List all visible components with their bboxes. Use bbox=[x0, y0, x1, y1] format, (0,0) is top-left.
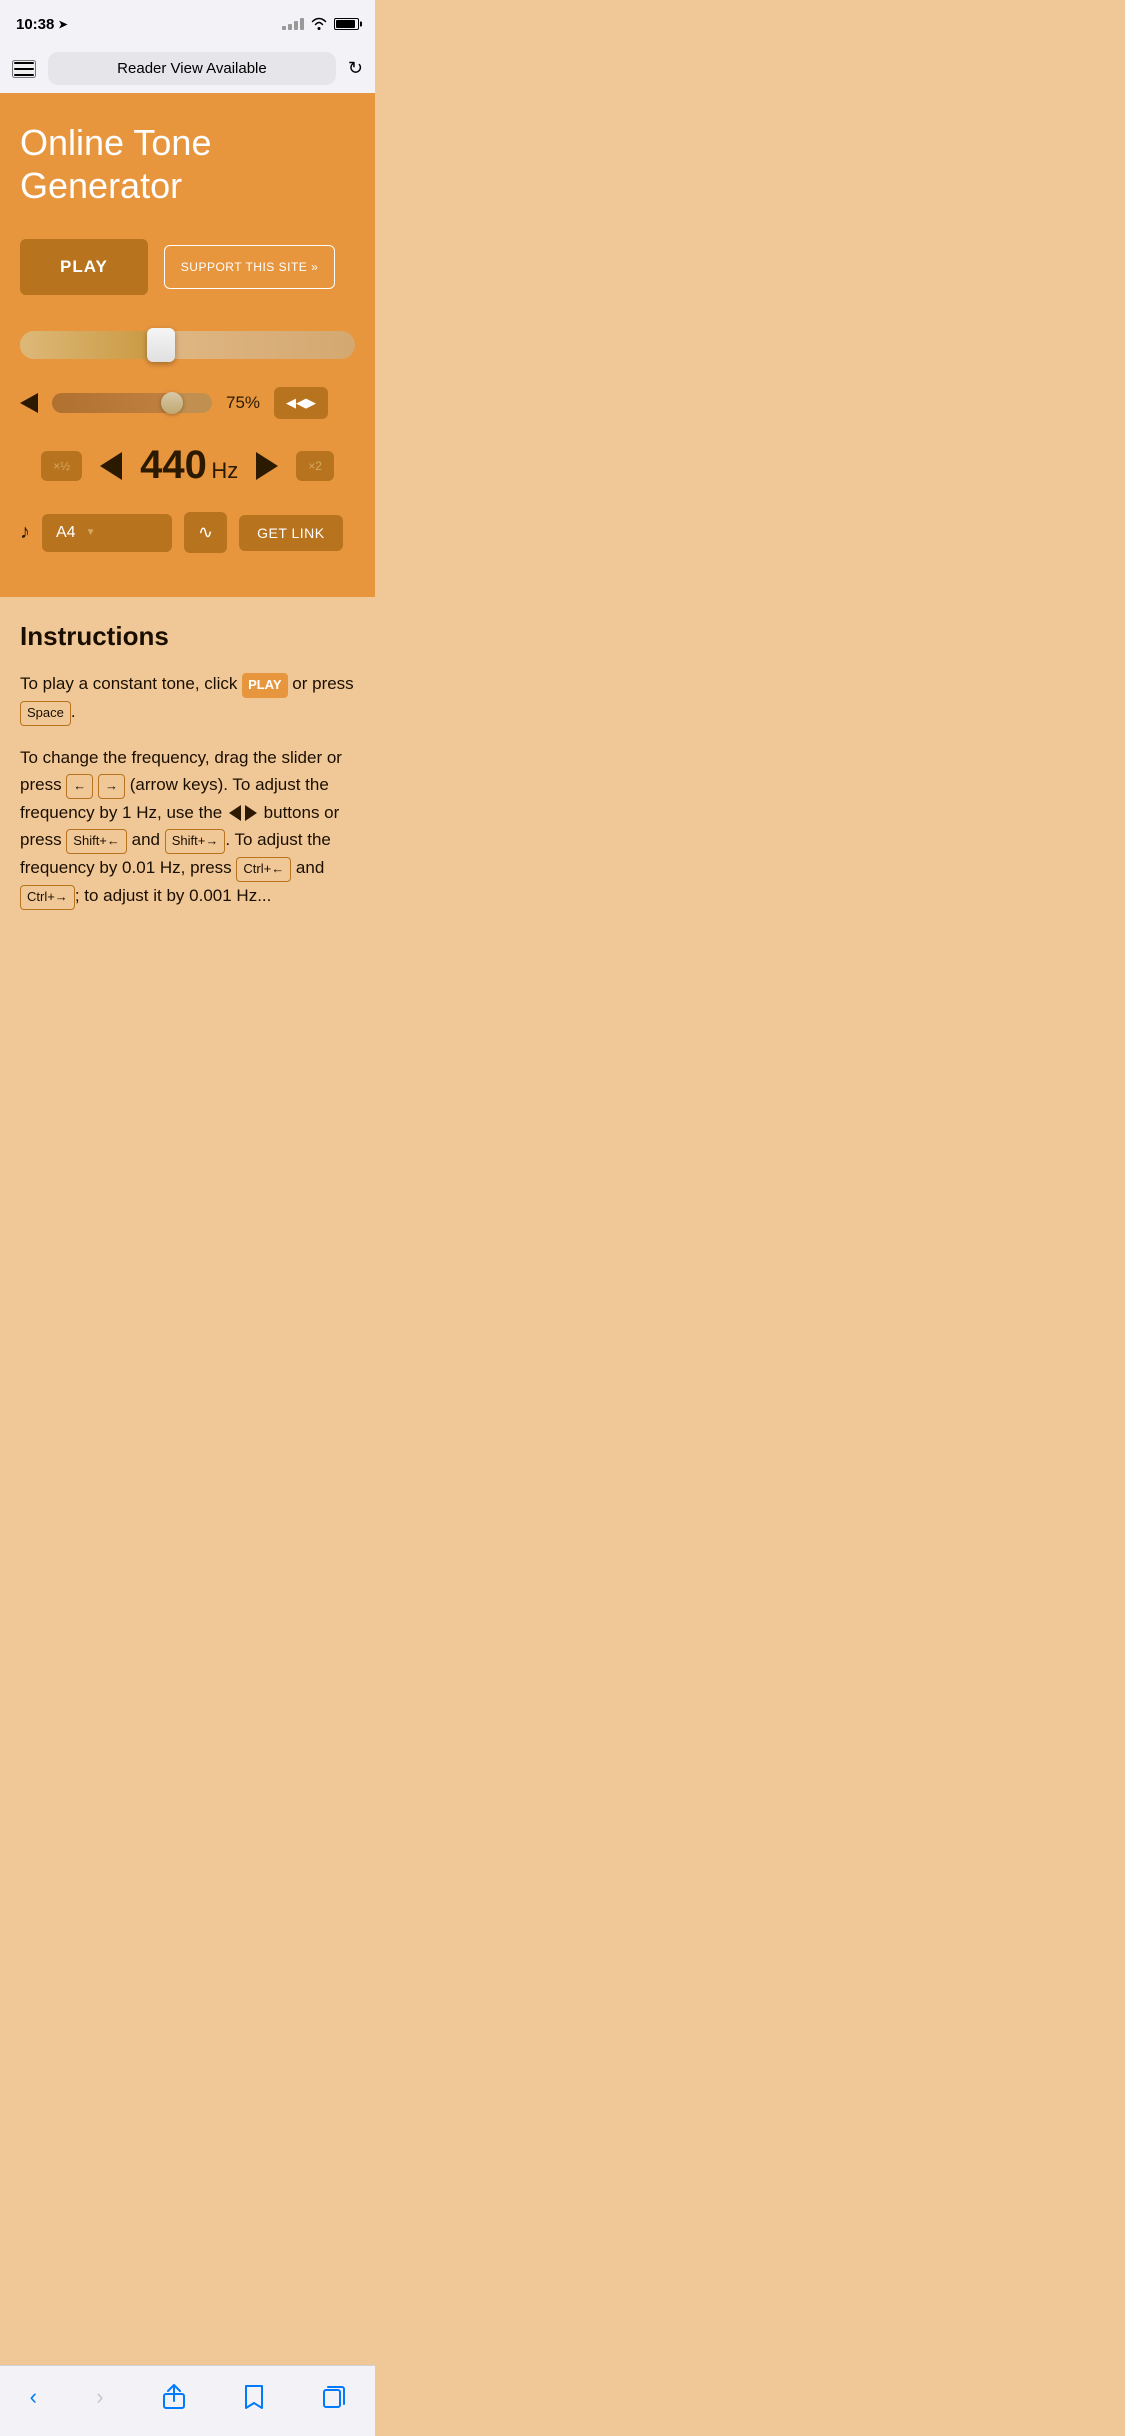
status-bar: 10:38 ➤ bbox=[0, 0, 375, 44]
volume-row: 75% ◀◀▶ bbox=[20, 387, 355, 419]
battery-icon bbox=[334, 18, 359, 30]
dropdown-arrow-icon: ▼ bbox=[86, 527, 96, 538]
bookmark-icon bbox=[244, 2384, 264, 2410]
browser-bar: Reader View Available ↻ bbox=[0, 44, 375, 93]
forward-button[interactable]: › bbox=[82, 2378, 117, 2416]
share-button[interactable] bbox=[149, 2378, 199, 2416]
instructions-text-1a: To play a constant tone, click bbox=[20, 674, 242, 693]
frequency-display: 440 Hz bbox=[140, 443, 238, 488]
note-row: ♪ A4 ▼ ∿ GET LINK bbox=[20, 512, 355, 553]
instructions-text-2g: ; to adjust it by 0.001 Hz... bbox=[75, 886, 272, 905]
tabs-button[interactable] bbox=[309, 2380, 359, 2414]
volume-icon bbox=[20, 393, 38, 413]
small-left-arrow-icon bbox=[229, 805, 241, 821]
menu-button[interactable] bbox=[12, 60, 36, 78]
play-button[interactable]: PLAY bbox=[20, 239, 148, 295]
frequency-slider-track bbox=[20, 331, 355, 359]
volume-slider-track bbox=[52, 393, 212, 413]
url-bar[interactable]: Reader View Available bbox=[48, 52, 336, 85]
right-arrow-key: → bbox=[98, 774, 125, 799]
play-badge: PLAY bbox=[242, 673, 287, 698]
speaker-button[interactable]: ◀◀▶ bbox=[274, 387, 328, 419]
frequency-slider-container bbox=[20, 331, 355, 359]
note-value: A4 bbox=[56, 524, 76, 542]
instructions-text-2d: and bbox=[127, 830, 165, 849]
right-arrow-icon bbox=[256, 452, 278, 480]
speaker-icon: ◀◀▶ bbox=[286, 395, 316, 411]
left-arrow-key: ← bbox=[66, 774, 93, 799]
wifi-icon bbox=[310, 16, 328, 33]
share-icon bbox=[163, 2384, 185, 2410]
frequency-controls: ×½ 440 Hz ×2 bbox=[20, 443, 355, 488]
get-link-button[interactable]: GET LINK bbox=[239, 515, 343, 551]
back-button[interactable]: ‹ bbox=[16, 2378, 51, 2416]
shift-left-key: Shift+← bbox=[66, 829, 127, 854]
main-content: Online Tone Generator PLAY SUPPORT THIS … bbox=[0, 93, 375, 597]
instructions-text-2f: and bbox=[291, 858, 324, 877]
status-time: 10:38 ➤ bbox=[16, 16, 68, 33]
frequency-slider-fill bbox=[20, 331, 161, 359]
instructions-text-1b: or press bbox=[288, 674, 354, 693]
sine-wave-icon: ∿ bbox=[198, 522, 213, 542]
music-note-icon: ♪ bbox=[20, 521, 30, 544]
support-button[interactable]: SUPPORT THIS SITE » bbox=[164, 245, 336, 289]
decrease-frequency-button[interactable] bbox=[96, 448, 126, 484]
ctrl-left-key: Ctrl+← bbox=[236, 857, 291, 882]
bookmark-button[interactable] bbox=[230, 2378, 278, 2416]
space-key-badge: Space bbox=[20, 701, 71, 726]
instructions-section: Instructions To play a constant tone, cl… bbox=[0, 597, 375, 1023]
volume-slider-fill bbox=[52, 393, 172, 413]
url-text: Reader View Available bbox=[117, 60, 267, 77]
buttons-row: PLAY SUPPORT THIS SITE » bbox=[20, 239, 355, 295]
small-right-arrow-icon bbox=[245, 805, 257, 821]
time-display: 10:38 bbox=[16, 16, 54, 33]
shift-right-key: Shift+→ bbox=[165, 829, 226, 854]
ctrl-right-key: Ctrl+→ bbox=[20, 885, 75, 910]
half-frequency-button[interactable]: ×½ bbox=[41, 451, 82, 481]
instructions-paragraph-1: To play a constant tone, click PLAY or p… bbox=[20, 670, 355, 726]
waveform-button[interactable]: ∿ bbox=[184, 512, 227, 553]
tabs-icon bbox=[323, 2386, 345, 2408]
frequency-value: 440 bbox=[140, 443, 207, 487]
left-arrow-icon bbox=[100, 452, 122, 480]
frequency-slider-thumb[interactable] bbox=[147, 328, 175, 362]
volume-slider-thumb[interactable] bbox=[161, 392, 183, 414]
instructions-paragraph-2: To change the frequency, drag the slider… bbox=[20, 744, 355, 910]
bottom-nav: ‹ › bbox=[0, 2365, 375, 2436]
location-arrow-icon: ➤ bbox=[58, 18, 67, 31]
increase-frequency-button[interactable] bbox=[252, 448, 282, 484]
note-select-button[interactable]: A4 ▼ bbox=[42, 514, 172, 552]
instructions-title: Instructions bbox=[20, 621, 355, 652]
frequency-unit: Hz bbox=[211, 458, 238, 483]
double-frequency-button[interactable]: ×2 bbox=[296, 451, 334, 481]
volume-percent: 75% bbox=[226, 393, 260, 413]
reload-button[interactable]: ↻ bbox=[348, 58, 363, 79]
instructions-text-1c: . bbox=[71, 702, 76, 721]
status-icons bbox=[282, 16, 359, 33]
signal-icon bbox=[282, 18, 304, 30]
page-title: Online Tone Generator bbox=[20, 121, 355, 207]
